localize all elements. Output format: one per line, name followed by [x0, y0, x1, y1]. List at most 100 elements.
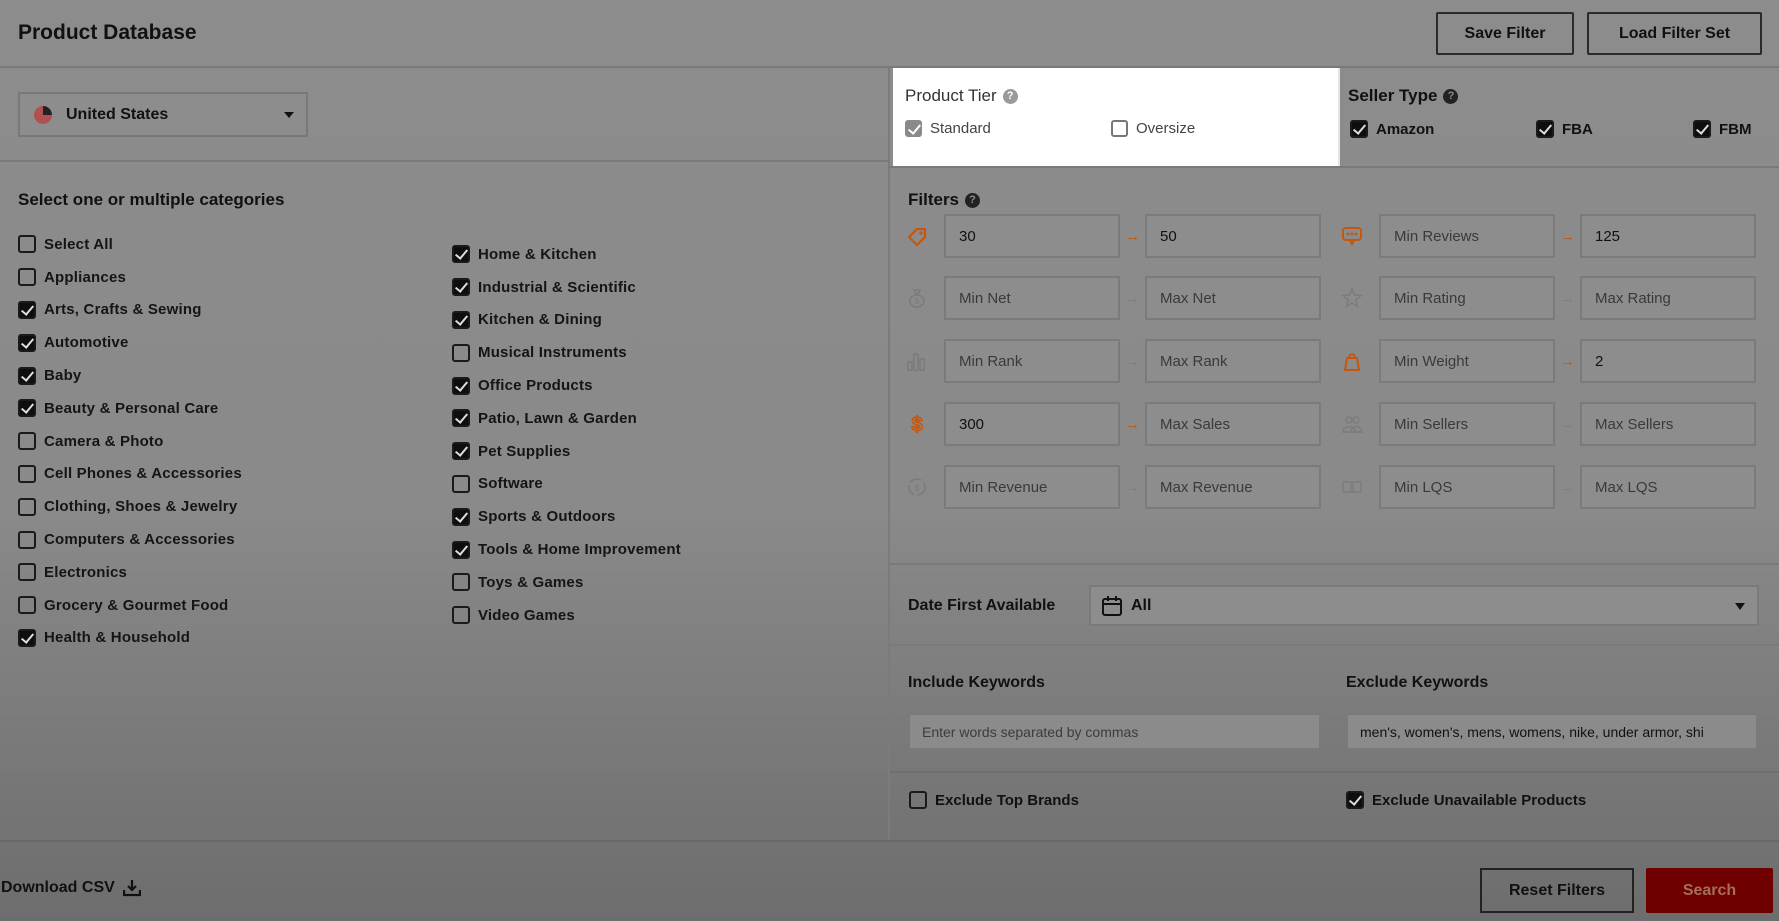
checkbox[interactable] — [18, 432, 36, 451]
category-item[interactable]: Pet Supplies — [452, 435, 681, 468]
category-item[interactable]: Sports & Outdoors — [452, 500, 681, 533]
category-item[interactable]: Toys & Games — [452, 566, 681, 599]
checkbox[interactable] — [18, 563, 36, 582]
category-item[interactable]: Industrial & Scientific — [452, 271, 681, 304]
reset-filters-button[interactable]: Reset Filters — [1480, 868, 1634, 913]
include-keywords-input[interactable] — [908, 713, 1321, 750]
category-item[interactable]: Clothing, Shoes & Jewelry — [18, 490, 242, 523]
category-item[interactable]: Video Games — [452, 599, 681, 632]
max-revenue-input[interactable] — [1145, 465, 1321, 509]
category-item[interactable]: Appliances — [18, 261, 242, 294]
help-icon[interactable]: ? — [1443, 88, 1459, 104]
checkbox[interactable] — [452, 540, 470, 559]
min-price-input[interactable] — [944, 214, 1120, 258]
arrow-right-icon: → — [1560, 478, 1575, 496]
category-item[interactable]: Health & Household — [18, 622, 242, 655]
exclude-top-brands-option[interactable]: Exclude Top Brands — [909, 791, 1079, 809]
tier-option-oversize[interactable]: Oversize — [1111, 120, 1195, 137]
search-button[interactable]: Search — [1646, 868, 1773, 913]
help-icon[interactable]: ? — [1002, 88, 1018, 104]
checkbox[interactable] — [18, 628, 36, 647]
checkbox[interactable] — [452, 278, 470, 297]
checkbox[interactable] — [452, 343, 470, 362]
checkbox[interactable] — [18, 464, 36, 483]
checkbox[interactable] — [18, 268, 36, 287]
checkbox[interactable] — [452, 376, 470, 395]
min-rank-input[interactable] — [944, 339, 1120, 383]
checkbox[interactable] — [905, 120, 922, 137]
checkbox[interactable] — [18, 300, 36, 319]
checkbox[interactable] — [452, 310, 470, 329]
checkbox[interactable] — [18, 333, 36, 352]
max-reviews-input[interactable] — [1580, 214, 1756, 258]
checkbox[interactable] — [452, 474, 470, 493]
checkbox[interactable] — [18, 596, 36, 615]
category-item[interactable]: Home & Kitchen — [452, 238, 681, 271]
checkbox[interactable] — [452, 245, 470, 264]
max-sellers-input[interactable] — [1580, 402, 1756, 446]
category-label: Select All — [44, 235, 113, 253]
checkbox[interactable] — [18, 235, 36, 254]
category-item[interactable]: Automotive — [18, 326, 242, 359]
checkbox[interactable] — [452, 442, 470, 461]
category-item[interactable]: Beauty & Personal Care — [18, 392, 242, 425]
date-first-available-select[interactable]: All — [1089, 585, 1759, 626]
category-item[interactable]: Baby — [18, 359, 242, 392]
category-item[interactable]: Electronics — [18, 556, 242, 589]
checkbox[interactable] — [18, 497, 36, 516]
filter-row-net: $→ — [906, 276, 1321, 320]
category-item[interactable]: Cell Phones & Accessories — [18, 458, 242, 491]
country-select[interactable]: United States — [18, 92, 308, 137]
seller-option-fbm[interactable]: FBM — [1693, 120, 1752, 138]
seller-option-fba[interactable]: FBA — [1536, 120, 1593, 138]
max-rating-input[interactable] — [1580, 276, 1756, 320]
category-label: Camera & Photo — [44, 432, 164, 450]
exclude-keywords-input[interactable] — [1346, 713, 1758, 750]
min-net-input[interactable] — [944, 276, 1120, 320]
tier-option-standard[interactable]: Standard — [905, 120, 991, 137]
min-sales-input[interactable] — [944, 402, 1120, 446]
load-filter-set-button[interactable]: Load Filter Set — [1587, 12, 1762, 55]
save-filter-button[interactable]: Save Filter — [1436, 12, 1574, 55]
max-weight-input[interactable] — [1580, 339, 1756, 383]
download-csv-link[interactable]: Download CSV — [1, 879, 141, 897]
category-item[interactable]: Patio, Lawn & Garden — [452, 402, 681, 435]
checkbox[interactable] — [452, 409, 470, 428]
max-price-input[interactable] — [1145, 214, 1321, 258]
checkbox[interactable] — [18, 530, 36, 549]
category-item[interactable]: Select All — [18, 228, 242, 261]
category-item[interactable]: Computers & Accessories — [18, 523, 242, 556]
category-item[interactable]: Camera & Photo — [18, 425, 242, 458]
checkbox[interactable] — [1693, 120, 1711, 138]
exclude-unavailable-option[interactable]: Exclude Unavailable Products — [1346, 791, 1586, 809]
checkbox[interactable] — [1350, 120, 1368, 138]
category-item[interactable]: Tools & Home Improvement — [452, 533, 681, 566]
max-lqs-input[interactable] — [1580, 465, 1756, 509]
checkbox[interactable] — [18, 399, 36, 418]
category-item[interactable]: Arts, Crafts & Sewing — [18, 294, 242, 327]
min-revenue-input[interactable] — [944, 465, 1120, 509]
checkbox[interactable] — [1111, 120, 1128, 137]
category-item[interactable]: Musical Instruments — [452, 336, 681, 369]
min-sellers-input[interactable] — [1379, 402, 1555, 446]
checkbox[interactable] — [1536, 120, 1554, 138]
help-icon[interactable]: ? — [965, 192, 981, 208]
checkbox[interactable] — [452, 507, 470, 526]
checkbox[interactable] — [1346, 791, 1364, 809]
checkbox[interactable] — [909, 791, 927, 809]
min-rating-input[interactable] — [1379, 276, 1555, 320]
category-item[interactable]: Office Products — [452, 369, 681, 402]
max-net-input[interactable] — [1145, 276, 1321, 320]
min-weight-input[interactable] — [1379, 339, 1555, 383]
min-reviews-input[interactable] — [1379, 214, 1555, 258]
checkbox[interactable] — [452, 606, 470, 625]
category-item[interactable]: Grocery & Gourmet Food — [18, 589, 242, 622]
max-rank-input[interactable] — [1145, 339, 1321, 383]
min-lqs-input[interactable] — [1379, 465, 1555, 509]
checkbox[interactable] — [18, 366, 36, 385]
category-item[interactable]: Software — [452, 468, 681, 501]
category-item[interactable]: Kitchen & Dining — [452, 304, 681, 337]
checkbox[interactable] — [452, 573, 470, 592]
seller-option-amazon[interactable]: Amazon — [1350, 120, 1434, 138]
max-sales-input[interactable] — [1145, 402, 1321, 446]
